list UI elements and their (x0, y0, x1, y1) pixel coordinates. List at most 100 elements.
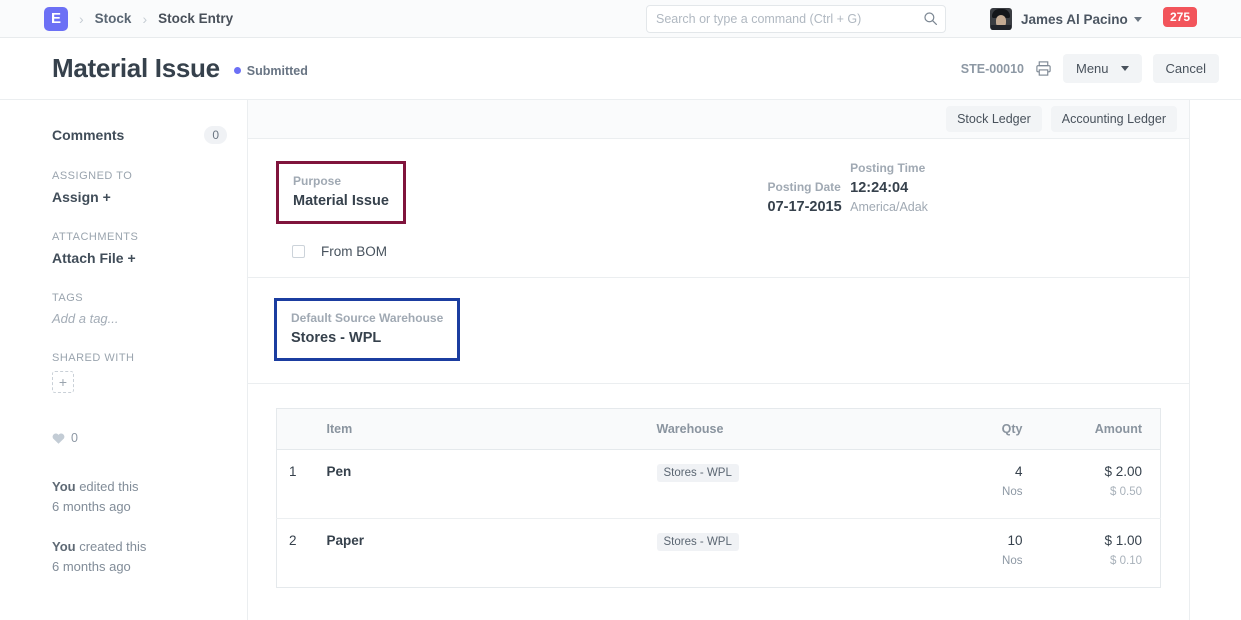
row-rate: $ 0.50 (1047, 486, 1143, 498)
posting-date-value: 07-17-2015 (768, 199, 842, 215)
row-item: Pen (315, 450, 645, 519)
column-qty[interactable]: Qty (925, 409, 1035, 450)
breadcrumb-stock[interactable]: Stock (95, 11, 132, 26)
posting-date-field[interactable]: Posting Date 07-17-2015 (764, 180, 842, 215)
posting-time-value: 12:24:04 (850, 180, 928, 196)
comments-count: 0 (204, 126, 227, 144)
row-uom: Nos (937, 555, 1023, 567)
breadcrumb-separator-2: › (142, 11, 147, 27)
activity-created-when: 6 months ago (52, 559, 131, 574)
user-menu[interactable]: James Al Pacino (990, 0, 1142, 38)
column-item[interactable]: Item (315, 409, 645, 450)
activity-edited-who: You (52, 479, 76, 494)
page-body: Comments 0 ASSIGNED TO Assign + ATTACHME… (0, 100, 1241, 620)
cancel-button[interactable]: Cancel (1153, 54, 1219, 83)
row-amount: $ 1.00 (1104, 533, 1142, 548)
activity-created-text: created this (76, 539, 147, 554)
search-container (646, 5, 946, 33)
posting-timezone: America/Adak (850, 200, 928, 214)
top-navbar: E › Stock › Stock Entry James Al Pacino … (0, 0, 1241, 38)
default-source-warehouse-label: Default Source Warehouse (291, 311, 443, 325)
row-amount: $ 2.00 (1104, 464, 1142, 479)
like-count: 0 (71, 431, 78, 445)
column-index (277, 409, 315, 450)
document-sidebar: Comments 0 ASSIGNED TO Assign + ATTACHME… (0, 100, 248, 620)
status-badge: Submitted (234, 64, 308, 78)
default-source-warehouse-value: Stores - WPL (291, 330, 443, 346)
comments-section[interactable]: Comments 0 (52, 126, 227, 144)
details-left-column: Purpose Material Issue From BOM (276, 161, 719, 259)
table-row[interactable]: 1 Pen Stores - WPL 4 Nos $ 2.00 $ 0.50 (277, 450, 1161, 519)
accounting-ledger-button[interactable]: Accounting Ledger (1051, 106, 1177, 132)
purpose-value: Material Issue (293, 193, 389, 209)
shared-with-label: SHARED WITH (52, 352, 227, 364)
status-dot-icon (234, 67, 241, 74)
row-index: 2 (277, 519, 315, 588)
chevron-down-icon (1121, 66, 1129, 71)
add-tag-input[interactable]: Add a tag... (52, 311, 227, 326)
app-logo[interactable]: E (44, 7, 68, 31)
items-grid-container: Item Warehouse Qty Amount 1 Pen Stores -… (248, 384, 1189, 616)
posting-time-field[interactable]: Posting Time 12:24:04 America/Adak (846, 161, 928, 214)
row-warehouse-cell: Stores - WPL (645, 519, 925, 588)
from-bom-label: From BOM (321, 244, 387, 259)
document-id: STE-00010 (961, 62, 1024, 76)
from-bom-field[interactable]: From BOM (276, 244, 719, 259)
column-warehouse[interactable]: Warehouse (645, 409, 925, 450)
breadcrumb-separator-1: › (79, 11, 84, 27)
table-row[interactable]: 2 Paper Stores - WPL 10 Nos $ 1.00 $ 0.1… (277, 519, 1161, 588)
chevron-down-icon (1134, 17, 1142, 22)
warehouse-tag: Stores - WPL (657, 533, 739, 551)
activity-created-who: You (52, 539, 76, 554)
from-bom-checkbox[interactable] (292, 245, 305, 258)
row-rate: $ 0.10 (1047, 555, 1143, 567)
stock-ledger-button[interactable]: Stock Ledger (946, 106, 1042, 132)
warehouse-tag: Stores - WPL (657, 464, 739, 482)
column-amount[interactable]: Amount (1035, 409, 1161, 450)
search-input[interactable] (646, 5, 946, 33)
row-amount-cell: $ 1.00 $ 0.10 (1035, 519, 1161, 588)
menu-button[interactable]: Menu (1063, 54, 1142, 83)
activity-edited: You edited this 6 months ago (52, 477, 227, 517)
add-share-button[interactable]: + (52, 371, 74, 393)
details-right-column: Posting Date 07-17-2015 Posting Time 12:… (719, 161, 1162, 259)
activity-edited-when: 6 months ago (52, 499, 131, 514)
row-qty-cell: 4 Nos (925, 450, 1035, 519)
activity-created: You created this 6 months ago (52, 537, 227, 577)
user-name: James Al Pacino (1021, 12, 1128, 27)
heart-icon[interactable] (52, 432, 65, 445)
avatar (990, 8, 1012, 30)
page-header-actions: STE-00010 Menu Cancel (961, 54, 1219, 83)
assign-button[interactable]: Assign + (52, 189, 227, 205)
row-qty-cell: 10 Nos (925, 519, 1035, 588)
attach-file-button[interactable]: Attach File + (52, 250, 227, 266)
printer-icon[interactable] (1035, 60, 1052, 77)
purpose-field[interactable]: Purpose Material Issue (276, 161, 406, 224)
assigned-to-label: ASSIGNED TO (52, 170, 227, 182)
row-qty: 4 (1015, 464, 1023, 479)
right-rail (1190, 100, 1241, 620)
warehouse-section: Default Source Warehouse Stores - WPL (248, 278, 1189, 384)
row-amount-cell: $ 2.00 $ 0.50 (1035, 450, 1161, 519)
tags-label: TAGS (52, 292, 227, 304)
document-content: Stock Ledger Accounting Ledger Purpose M… (248, 100, 1190, 620)
page-header: Material Issue Submitted STE-00010 Menu … (0, 38, 1241, 100)
status-label: Submitted (247, 64, 308, 78)
purpose-label: Purpose (293, 174, 389, 188)
details-section: Purpose Material Issue From BOM Posting … (248, 139, 1189, 278)
notification-badge[interactable]: 275 (1163, 7, 1197, 27)
activity-edited-text: edited this (76, 479, 139, 494)
like-section[interactable]: 0 (52, 431, 227, 445)
items-grid-header-row: Item Warehouse Qty Amount (277, 409, 1161, 450)
breadcrumb-stock-entry[interactable]: Stock Entry (158, 11, 233, 26)
items-grid-body: 1 Pen Stores - WPL 4 Nos $ 2.00 $ 0.50 (277, 450, 1161, 588)
row-index: 1 (277, 450, 315, 519)
row-item: Paper (315, 519, 645, 588)
comments-label: Comments (52, 127, 124, 143)
default-source-warehouse-field[interactable]: Default Source Warehouse Stores - WPL (274, 298, 460, 361)
page-title: Material Issue (52, 53, 220, 84)
items-grid-header: Item Warehouse Qty Amount (277, 409, 1161, 450)
row-qty: 10 (1007, 533, 1022, 548)
menu-button-label: Menu (1076, 61, 1109, 76)
items-grid: Item Warehouse Qty Amount 1 Pen Stores -… (276, 408, 1161, 588)
